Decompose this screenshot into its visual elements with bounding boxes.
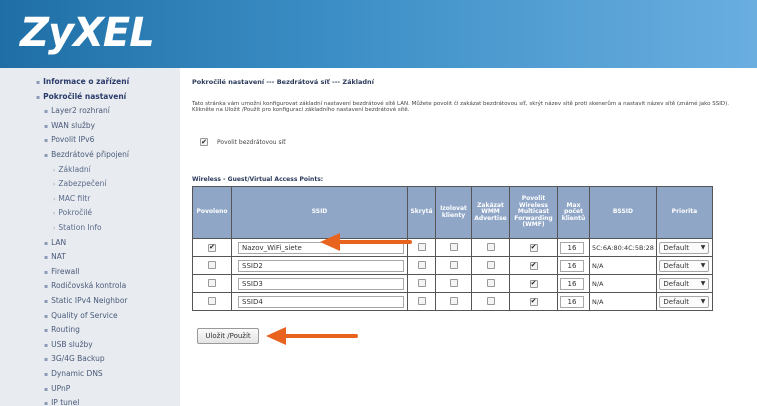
annotation-arrows	[266, 233, 412, 345]
annotation-arrow-ssid	[320, 233, 412, 251]
annotation-arrow-save	[266, 327, 358, 345]
